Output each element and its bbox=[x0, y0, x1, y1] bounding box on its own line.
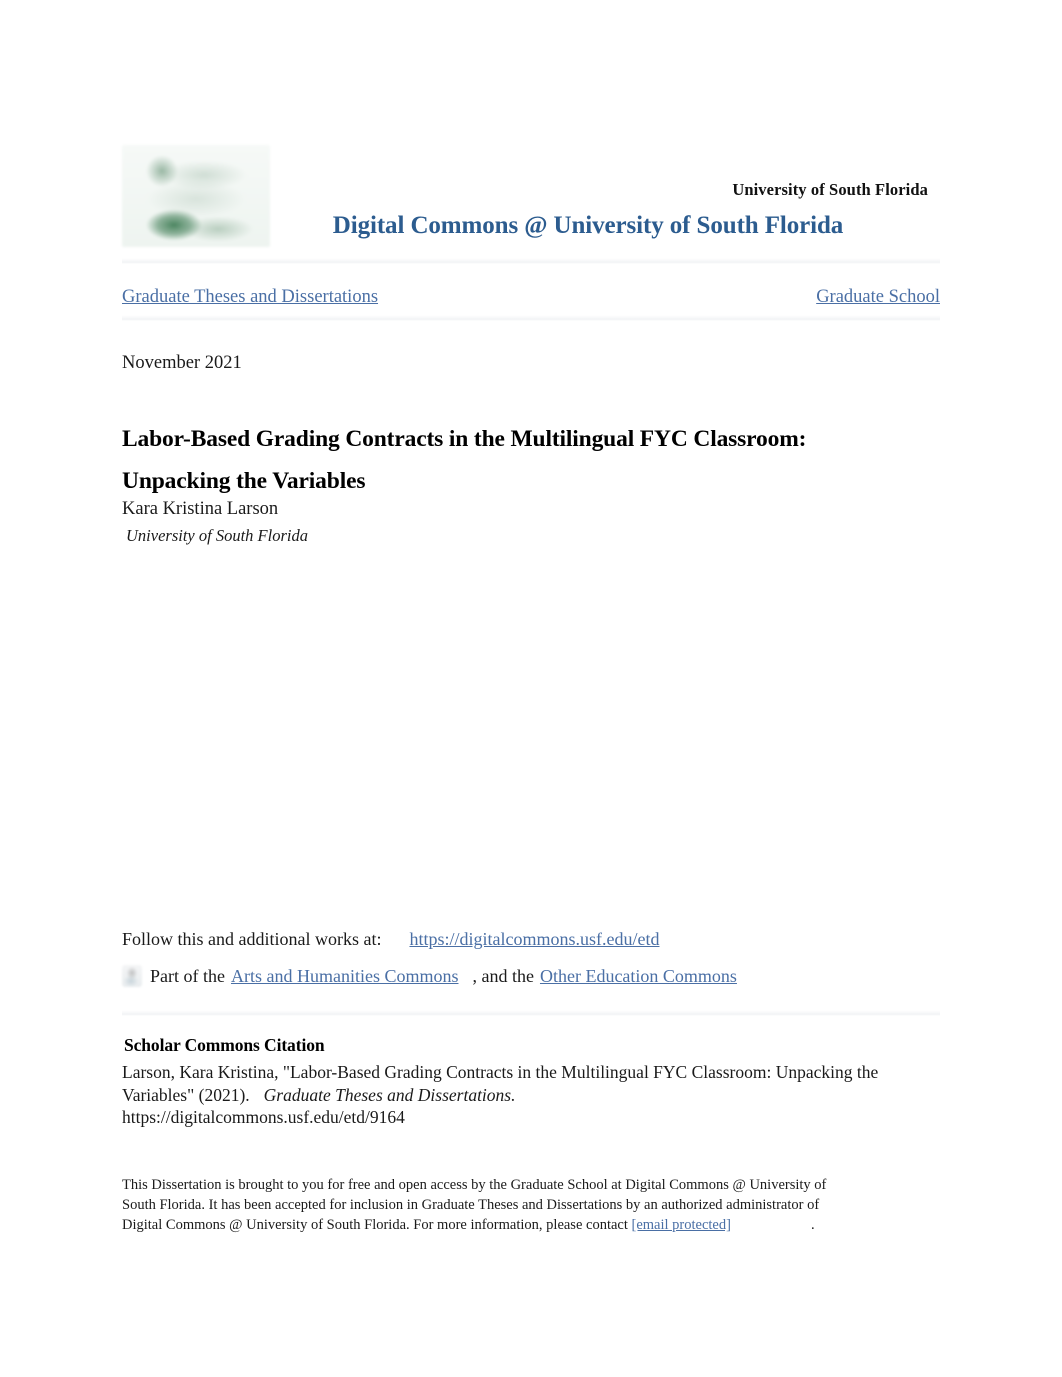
follow-prefix: Follow this and additional works at: bbox=[122, 929, 382, 949]
citation-url: https://digitalcommons.usf.edu/etd/9164 bbox=[122, 1107, 405, 1127]
citation-text: Larson, Kara Kristina, "Labor-Based Grad… bbox=[122, 1061, 892, 1107]
university-name: University of South Florida bbox=[732, 180, 928, 199]
citation-series: Graduate Theses and Dissertations. bbox=[263, 1085, 516, 1105]
divider-top bbox=[122, 258, 940, 264]
breadcrumb: Graduate Theses and Dissertations Gradua… bbox=[122, 287, 940, 313]
divider-under-nav bbox=[122, 315, 940, 321]
citation-heading: Scholar Commons Citation bbox=[124, 1035, 325, 1055]
author-affiliation: University of South Florida bbox=[126, 526, 308, 545]
nav-link-graduate-school[interactable]: Graduate School bbox=[816, 287, 940, 308]
discipline-connector: , and the bbox=[472, 966, 534, 986]
trailing-period: . bbox=[810, 1217, 815, 1233]
access-statement: This Dissertation is brought to you for … bbox=[122, 1175, 862, 1235]
masthead: University of South Florida Digital Comm… bbox=[122, 140, 928, 252]
discipline-link-other-education[interactable]: Other Education Commons bbox=[540, 966, 737, 986]
contact-email-link[interactable]: [email protected] bbox=[632, 1217, 731, 1233]
part-of-prefix: Part of the bbox=[150, 966, 225, 986]
follow-url-link[interactable]: https://digitalcommons.usf.edu/etd bbox=[409, 929, 659, 949]
author-name: Kara Kristina Larson bbox=[122, 499, 279, 519]
follow-works-line: Follow this and additional works at: http… bbox=[122, 929, 659, 950]
publication-date: November 2021 bbox=[122, 353, 242, 373]
disciplines-line: Part of the Arts and Humanities Commons , … bbox=[122, 965, 737, 987]
repository-title: Digital Commons @ University of South Fl… bbox=[122, 212, 928, 240]
nav-link-graduate-theses[interactable]: Graduate Theses and Dissertations bbox=[122, 287, 378, 308]
repository-title-text: Digital Commons @ University of South Fl… bbox=[332, 212, 844, 239]
page-title: Labor-Based Grading Contracts in the Mul… bbox=[122, 425, 807, 494]
document-page: University of South Florida Digital Comm… bbox=[0, 0, 1062, 1377]
discipline-link-arts-humanities[interactable]: Arts and Humanities Commons bbox=[231, 966, 459, 986]
divider-above-citation bbox=[122, 1010, 940, 1016]
commons-disciplines-icon bbox=[122, 965, 142, 987]
